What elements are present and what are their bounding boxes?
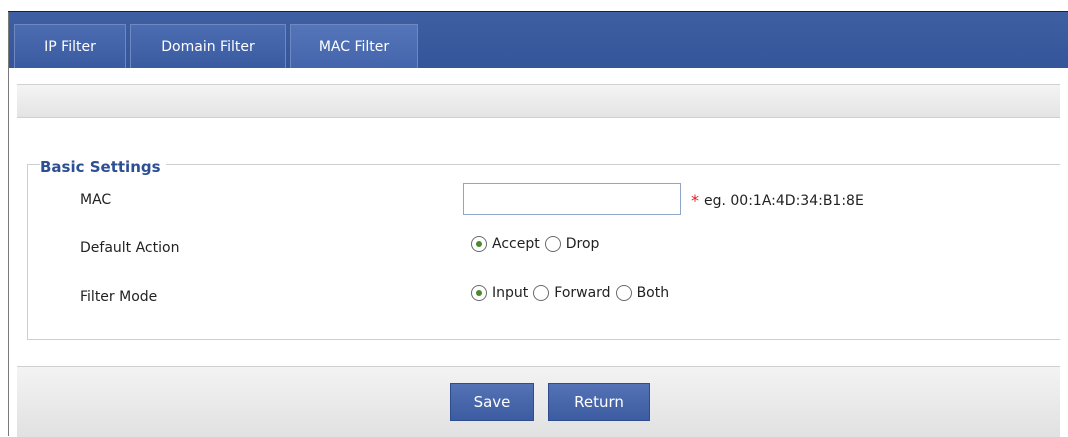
tab-ip-filter[interactable]: IP Filter — [14, 24, 126, 68]
default-action-label: Default Action — [80, 240, 180, 256]
drop-radio-label[interactable]: Drop — [566, 236, 600, 252]
tab-bar: IP Filter Domain Filter MAC Filter — [9, 12, 1068, 68]
save-button[interactable]: Save — [450, 383, 534, 421]
input-radio-label[interactable]: Input — [492, 285, 528, 301]
tab-mac-filter[interactable]: MAC Filter — [290, 24, 418, 68]
info-bar — [17, 84, 1060, 118]
input-radio[interactable] — [471, 285, 487, 301]
forward-radio[interactable] — [533, 285, 550, 301]
filter-mode-radio-group: Input Forward Both — [471, 285, 674, 301]
tab-label: Domain Filter — [161, 38, 255, 55]
accept-radio[interactable] — [471, 236, 487, 252]
both-radio[interactable] — [615, 285, 632, 301]
mac-label: MAC — [80, 192, 112, 208]
tab-label: IP Filter — [44, 38, 96, 55]
both-radio-label[interactable]: Both — [637, 285, 670, 301]
button-bar — [17, 366, 1060, 437]
tab-label: MAC Filter — [318, 38, 390, 55]
mac-input[interactable] — [463, 183, 681, 215]
tab-domain-filter[interactable]: Domain Filter — [130, 24, 286, 68]
filter-mode-label: Filter Mode — [80, 289, 158, 305]
default-action-radio-group: Accept Drop — [471, 236, 604, 252]
drop-radio[interactable] — [544, 236, 561, 252]
section-legend: Basic Settings — [40, 158, 166, 176]
forward-radio-label[interactable]: Forward — [554, 285, 610, 301]
mac-hint: eg. 00:1A:4D:34:B1:8E — [704, 193, 864, 209]
required-mark: * — [691, 191, 699, 210]
accept-radio-label[interactable]: Accept — [492, 236, 540, 252]
return-button[interactable]: Return — [548, 383, 650, 421]
